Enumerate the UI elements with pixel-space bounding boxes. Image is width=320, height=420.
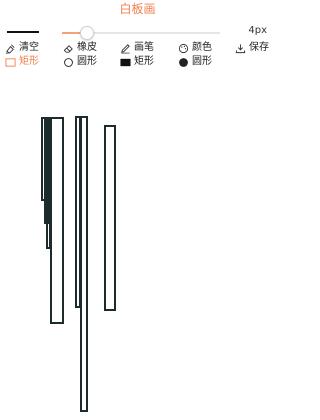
eraser-button[interactable]: 橡皮	[63, 41, 97, 55]
drawn-rectangle	[75, 116, 81, 308]
rect-filled-icon	[120, 58, 131, 66]
color-label: 颜色	[192, 42, 212, 53]
drawing-canvas[interactable]	[0, 72, 275, 420]
rect-filled-button[interactable]: 矩形	[120, 55, 154, 69]
drawn-rectangle	[50, 117, 64, 324]
eraser-icon	[63, 44, 73, 53]
drawn-rectangle	[104, 125, 116, 311]
save-label: 保存	[249, 42, 269, 53]
download-icon	[235, 43, 246, 53]
circle-filled-label: 圆形	[192, 56, 212, 67]
stroke-preview	[7, 31, 39, 33]
rect-outline-icon	[5, 57, 16, 67]
color-button[interactable]: 颜色	[178, 41, 212, 55]
brush-size-slider[interactable]	[62, 26, 220, 40]
save-button[interactable]: 保存	[235, 41, 269, 55]
pen-label: 画笔	[134, 42, 154, 53]
rect-outline-button[interactable]: 矩形	[5, 55, 39, 69]
palette-icon	[178, 43, 189, 53]
circle-outline-icon	[64, 57, 73, 67]
rect-filled-label: 矩形	[134, 56, 154, 67]
drawn-rectangle	[80, 116, 88, 412]
circle-outline-label: 圆形	[77, 56, 97, 67]
circle-outline-button[interactable]: 圆形	[63, 55, 97, 69]
rect-outline-label: 矩形	[19, 56, 39, 67]
brush-size-slider-knob[interactable]	[79, 26, 94, 40]
clear-label: 清空	[19, 42, 39, 53]
brush-size-row: 4px	[0, 22, 275, 40]
circle-filled-button[interactable]: 圆形	[178, 55, 212, 69]
tool-row-shapes: 矩形 圆形 矩形 圆形	[0, 55, 275, 71]
clear-icon	[5, 44, 15, 54]
pen-icon	[121, 43, 130, 53]
page-title: 白板画	[119, 2, 156, 16]
pen-button[interactable]: 画笔	[120, 41, 154, 55]
eraser-label: 橡皮	[77, 42, 97, 53]
circle-filled-icon	[179, 57, 188, 67]
drawn-shapes	[41, 116, 116, 412]
brush-size-label: 4px	[248, 25, 267, 36]
clear-button[interactable]: 清空	[5, 41, 39, 55]
